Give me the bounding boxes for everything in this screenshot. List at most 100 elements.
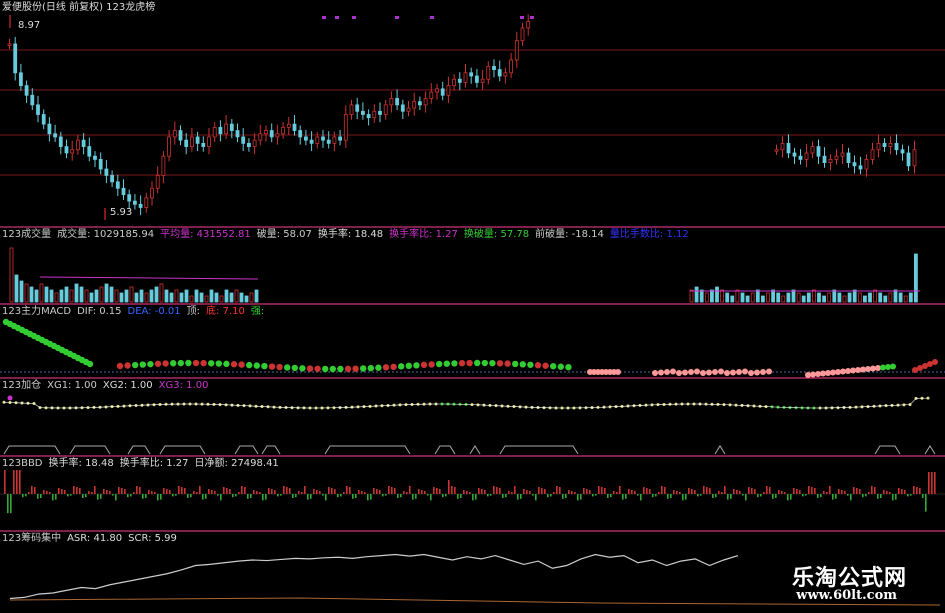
candle-body [201,142,206,147]
bbd-bar [85,494,87,498]
bbd-bar [124,489,126,494]
bbd-bar [742,494,744,496]
macd-dot [534,362,542,369]
bbd-bar [799,490,801,494]
bbd-bar [907,494,909,497]
volume-bar [735,289,740,303]
volume-bar [199,292,204,303]
candle-body [218,126,223,135]
candle-body [406,107,411,112]
bbd-bar [265,494,267,500]
macd-dot [420,361,428,369]
bbd-bar [487,494,489,497]
candle-body [195,136,200,144]
bbd-bar [586,489,588,494]
bbd-bar [748,487,750,494]
macd-dot [550,363,557,370]
candle-body [70,149,75,154]
signal-marker [430,16,434,19]
bbd-bar [64,490,66,494]
volume-bar [249,292,254,303]
bbd-bar [847,494,849,496]
volume-bar [852,289,857,303]
bbd-bar [862,494,864,498]
signal-marker [520,16,524,19]
macd-dot [748,370,754,376]
volume-bar [781,295,786,303]
bbd-bar [595,494,597,496]
candle-body [395,98,400,106]
bbd-bar [271,489,273,494]
bbd-bar [574,492,576,494]
candle-body [429,91,434,99]
bbd-bar [4,470,6,494]
bbd-bar [760,494,762,497]
bbd-bar [352,494,354,499]
bbd-bar [733,489,735,494]
candle-body [378,110,382,115]
bbd-bar [892,494,894,501]
candle-body [446,85,451,96]
macd-header-item: 顶: [186,306,200,317]
volume-bar [254,289,259,303]
chart-canvas[interactable] [0,0,945,609]
bbd-bar [154,492,156,494]
macd-dot [192,359,200,367]
macd-dot [261,362,268,370]
bbd-bar [268,488,270,494]
candle-body [876,142,881,151]
macd-dot [542,362,549,369]
candle-body [840,152,845,157]
bbd-bar [769,487,771,494]
volume-header-item: 量比手数比: 1.12 [609,229,689,240]
macd-dot [299,365,306,372]
bbd-bar [31,486,33,494]
bbd-bar [634,491,636,494]
bbd-bar [868,492,870,494]
macd-dot [443,360,450,367]
chart-title: 爱便股份(日线 前复权) 123龙虎榜 [2,2,156,13]
bbd-bar [412,494,414,500]
stock-chart[interactable]: 爱便股份(日线 前复权) 123龙虎榜 8.97 5.93 123成交量 成交量:… [0,0,945,609]
candle-body [497,69,502,77]
bbd-bar [817,494,819,498]
macd-dot [413,362,420,369]
candle-body [292,123,297,131]
bbd-bar [637,494,639,496]
bbd-bar [883,490,885,494]
bbd-bar [859,489,861,494]
candle-body [822,155,827,164]
bbd-header: 123BBD 换手率: 18.48 换手率比: 1.27 日净额: 27498.41 [2,458,285,470]
candle-body [400,104,405,112]
bbd-bar [394,488,396,494]
candle-body [275,133,280,138]
bbd-bar [886,491,888,494]
bbd-bar [163,488,165,494]
macd-dot [329,365,336,373]
macd-dot [527,361,534,368]
macd-dot [615,369,621,375]
bbd-bar [469,492,471,494]
volume-bar [74,283,79,303]
candle-body [360,110,365,115]
bbd-bar [898,488,900,494]
volume-bar [786,292,791,303]
candle-body [343,114,348,141]
bbd-bar [583,488,585,494]
macd-dot [390,363,397,371]
candle-body [474,75,479,83]
bbd-bar [91,492,93,494]
candle-body [452,78,457,87]
candle-body [258,133,263,141]
bbd-bar [529,491,531,494]
candle-body [172,130,177,138]
candle-body [372,110,377,119]
chip-header: 123筹码集中 ASR: 41.80 SCR: 5.99 [2,533,183,545]
candle-body [303,136,308,141]
volume-header-item: 前破量: -18.14 [535,229,604,240]
volume-bar [149,289,154,303]
candle-body [241,136,246,144]
volume-bar [730,295,735,303]
bbd-bar [601,487,603,494]
bbd-bar [523,489,525,494]
